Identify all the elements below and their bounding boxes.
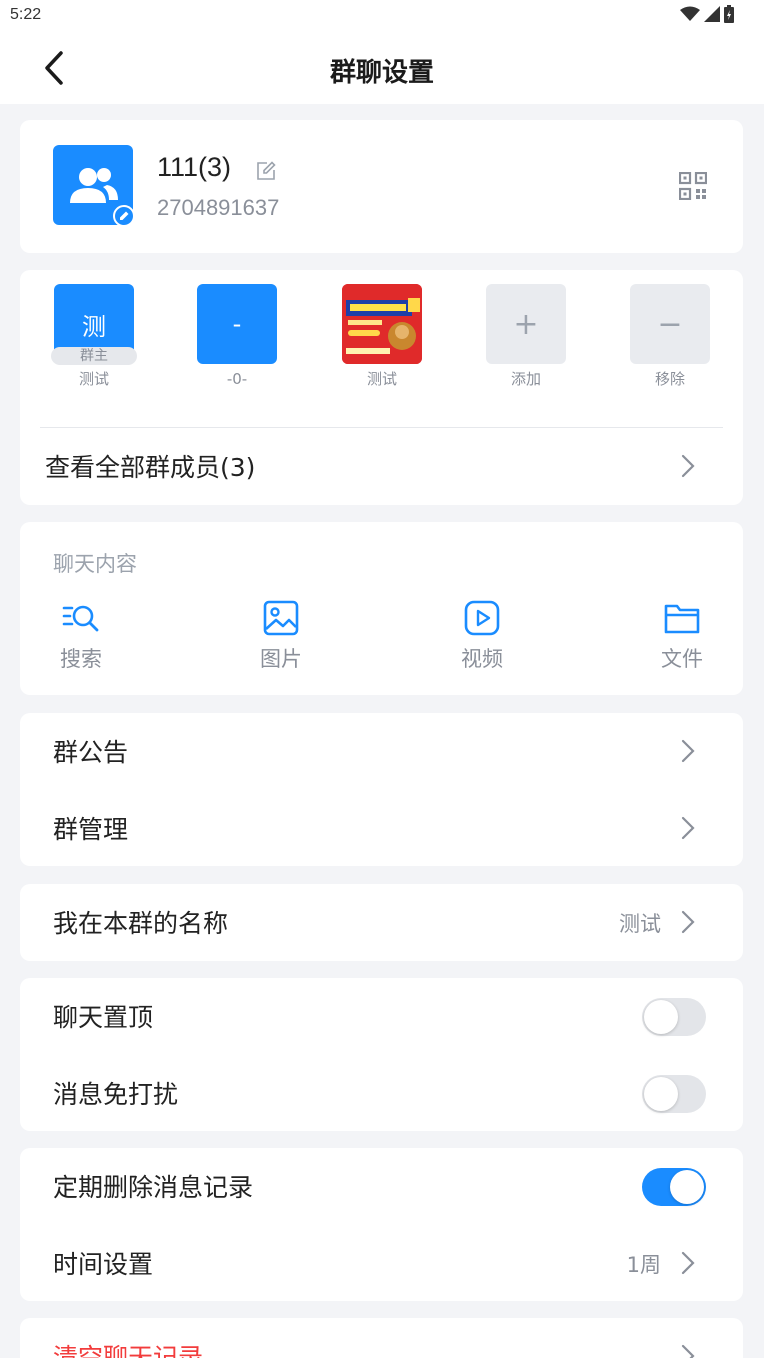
- clear-history-row[interactable]: 清空聊天记录: [20, 1318, 743, 1358]
- mute-label: 消息免打扰: [53, 1080, 179, 1109]
- clear-history-label: 清空聊天记录: [53, 1343, 204, 1358]
- status-time: 5:22: [10, 6, 42, 23]
- wifi-icon: [680, 6, 700, 21]
- member-name: -0-: [226, 370, 248, 388]
- auto-delete-row: 定期删除消息记录: [20, 1148, 743, 1225]
- chat-videos-label: 视频: [461, 647, 503, 671]
- member-avatar-text: -: [232, 310, 242, 338]
- chevron-right-icon: [681, 910, 695, 934]
- my-nickname-value: 测试: [619, 912, 661, 936]
- clear-history-card: 清空聊天记录: [20, 1318, 743, 1358]
- chat-files-button[interactable]: 文件: [652, 598, 712, 673]
- toggle-knob: [644, 1077, 678, 1111]
- announcement-row[interactable]: 群公告: [20, 713, 743, 790]
- chat-content-label: 聊天内容: [53, 552, 137, 576]
- group-info-card: 111(3) 2704891637: [20, 120, 743, 253]
- search-icon: [62, 605, 99, 632]
- announcement-label: 群公告: [53, 738, 129, 767]
- my-nickname-row[interactable]: 我在本群的名称 测试: [20, 884, 743, 961]
- edit-name-icon[interactable]: [255, 160, 277, 182]
- group-avatar[interactable]: [53, 145, 135, 227]
- pin-chat-label: 聊天置顶: [53, 1003, 154, 1032]
- auto-delete-card: 定期删除消息记录 时间设置 1周: [20, 1148, 743, 1301]
- member-item[interactable]: - -0-: [196, 284, 278, 388]
- divider: [40, 427, 723, 428]
- nav-bar: 群聊设置: [0, 32, 764, 104]
- plus-glyph: +: [513, 306, 539, 342]
- chat-videos-button[interactable]: 视频: [452, 598, 512, 673]
- group-management-label: 群管理: [53, 815, 129, 844]
- remove-member-label: 移除: [654, 370, 685, 388]
- chevron-right-icon[interactable]: [681, 454, 695, 478]
- poster-image: [342, 284, 422, 364]
- toggle-knob: [670, 1170, 704, 1204]
- notification-settings-card: 聊天置顶 消息免打扰: [20, 978, 743, 1131]
- chat-content-card: 聊天内容 搜索 图片 视频 文件: [20, 522, 743, 695]
- avatar-edit-icon[interactable]: [113, 205, 135, 227]
- add-member-label: 添加: [510, 370, 541, 388]
- my-nickname-label: 我在本群的名称: [53, 909, 229, 938]
- chat-search-button[interactable]: 搜索: [51, 598, 111, 673]
- minus-icon: −: [630, 284, 710, 364]
- owner-badge: 群主: [51, 347, 137, 365]
- folder-icon: [664, 604, 700, 634]
- plus-icon: +: [486, 284, 566, 364]
- remove-member-button[interactable]: − 移除: [629, 284, 711, 389]
- group-name: 111(3): [157, 152, 232, 182]
- member-avatar: -: [197, 284, 277, 364]
- mute-row: 消息免打扰: [20, 1055, 743, 1132]
- chat-files-label: 文件: [661, 647, 703, 671]
- time-setting-label: 时间设置: [53, 1250, 154, 1279]
- add-member-button[interactable]: + 添加: [485, 284, 567, 389]
- time-setting-row[interactable]: 时间设置 1周: [20, 1225, 743, 1302]
- battery-icon: [724, 5, 734, 23]
- pin-chat-toggle[interactable]: [642, 998, 706, 1036]
- image-icon: [263, 600, 299, 636]
- chevron-right-icon: [681, 739, 695, 763]
- member-item[interactable]: 测 群主 测试: [51, 284, 137, 389]
- chevron-right-icon: [681, 1251, 695, 1275]
- auto-delete-toggle[interactable]: [642, 1168, 706, 1206]
- status-icons: [680, 5, 734, 23]
- group-admin-card: 群公告 群管理: [20, 713, 743, 866]
- nickname-card: 我在本群的名称 测试: [20, 884, 743, 961]
- member-name: 测试: [78, 370, 109, 388]
- pin-chat-row: 聊天置顶: [20, 978, 743, 1055]
- chat-search-label: 搜索: [60, 647, 102, 671]
- member-avatar-text: 测: [82, 312, 106, 341]
- status-bar: 5:22: [0, 0, 764, 32]
- member-avatar-image: [342, 284, 422, 364]
- video-icon: [464, 600, 500, 636]
- qr-code-icon[interactable]: [679, 172, 707, 200]
- chat-images-label: 图片: [260, 647, 302, 671]
- member-name: 测试: [366, 370, 397, 388]
- chevron-right-icon: [681, 816, 695, 840]
- mute-toggle[interactable]: [642, 1075, 706, 1113]
- chat-images-button[interactable]: 图片: [251, 598, 311, 673]
- minus-glyph: −: [657, 306, 683, 342]
- auto-delete-label: 定期删除消息记录: [53, 1173, 254, 1202]
- members-card: 测 群主 测试 - -0- 测试 + 添加 − 移除 查看全部群成员(3): [20, 270, 743, 505]
- group-management-row[interactable]: 群管理: [20, 790, 743, 867]
- toggle-knob: [644, 1000, 678, 1034]
- view-all-members-link[interactable]: 查看全部群成员(3): [45, 448, 255, 484]
- signal-icon: [704, 6, 720, 22]
- chevron-right-icon: [681, 1344, 695, 1358]
- time-setting-value: 1周: [626, 1253, 661, 1277]
- member-avatar: 测 群主: [51, 284, 137, 365]
- page-title: 群聊设置: [329, 58, 434, 88]
- group-id: 2704891637: [157, 195, 280, 220]
- member-item[interactable]: 测试: [341, 284, 423, 389]
